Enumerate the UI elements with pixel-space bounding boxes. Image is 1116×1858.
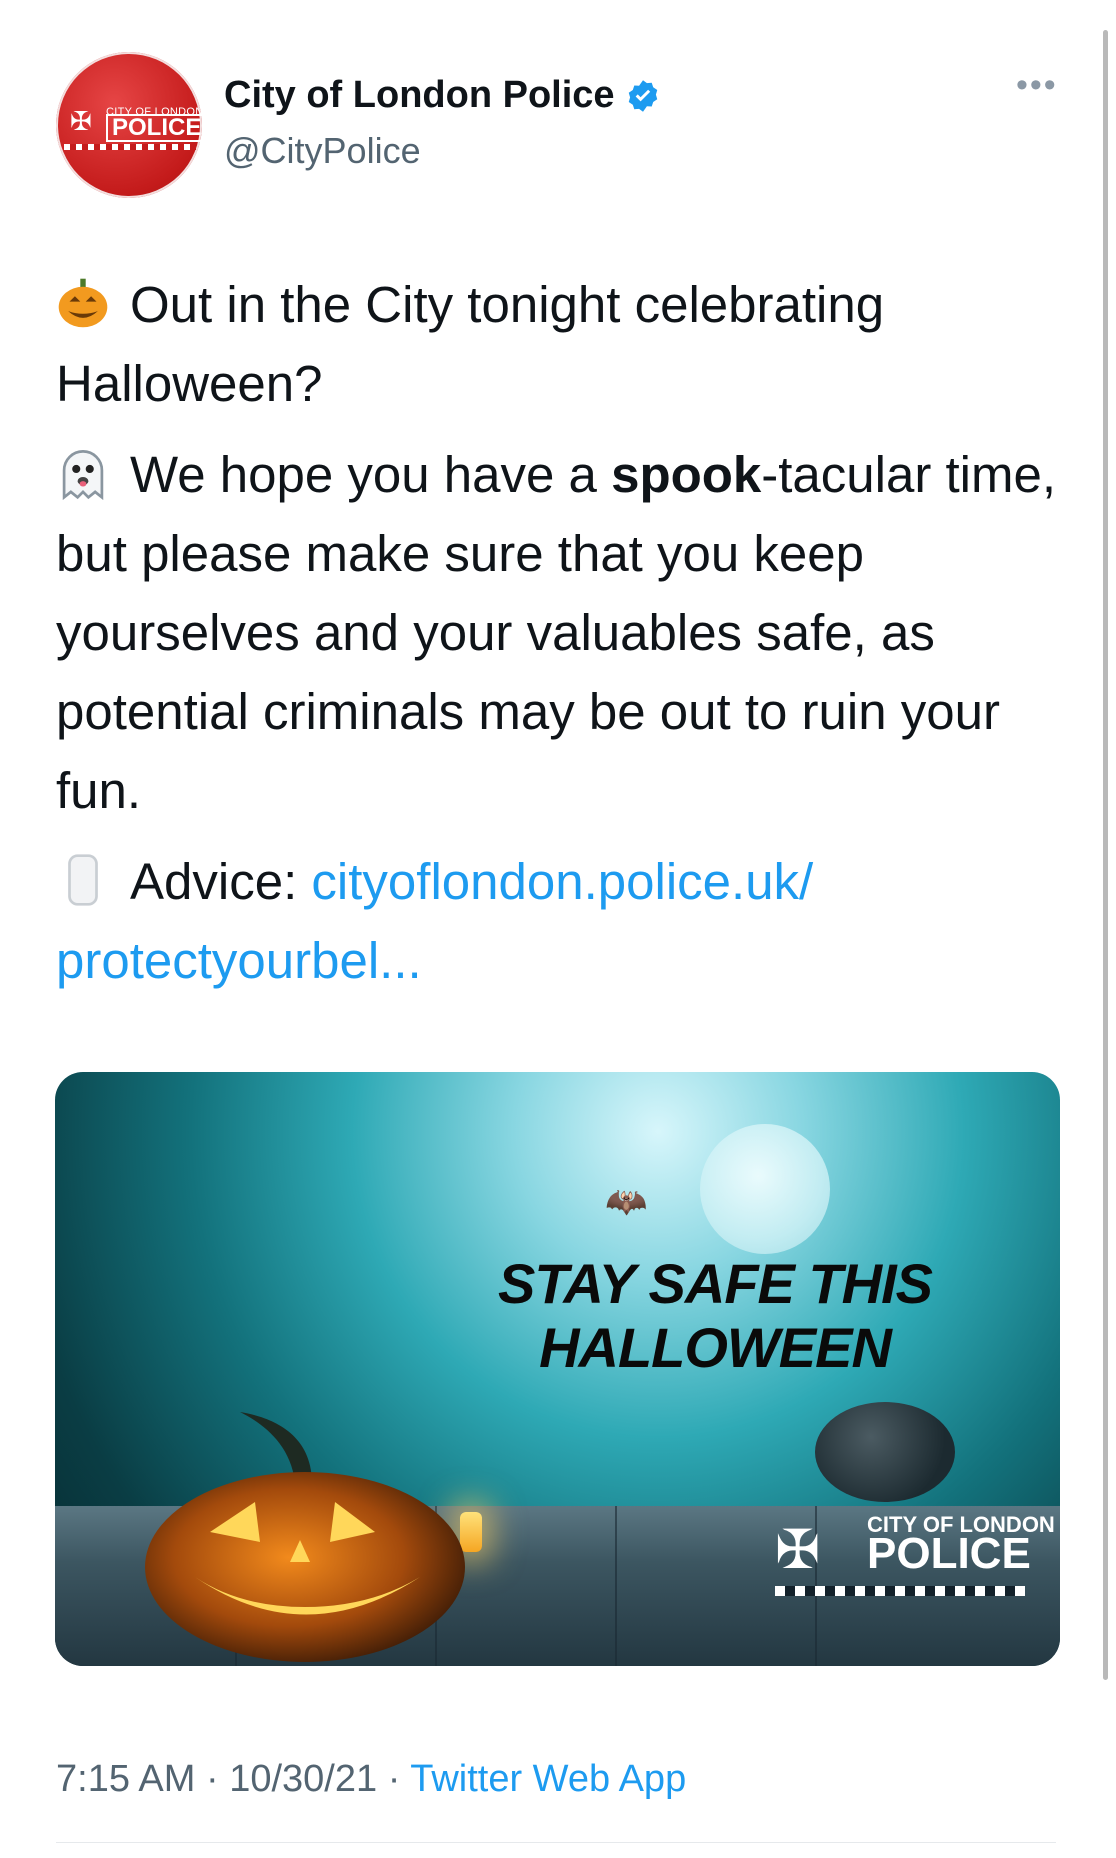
avatar[interactable]: ✠ CITY OF LONDON POLICE — [56, 52, 208, 198]
image-headline: STAY SAFE THIS HALLOWEEN — [455, 1252, 975, 1380]
tweet-paragraph-3: Advice: cityoflondon.police.uk/ protecty… — [56, 842, 1066, 1000]
crest-icon: ✠ — [70, 106, 92, 136]
ghost-icon — [62, 450, 104, 500]
headline-line-2: HALLOWEEN — [539, 1316, 892, 1379]
tweet-paragraph-1: Out in the City tonight celebrating Hall… — [56, 265, 1066, 423]
crest-icon: ✠ — [775, 1520, 821, 1580]
tweet-text: Out in the City tonight celebrating Hall… — [56, 265, 1066, 1012]
tweet-header: ✠ CITY OF LONDON POLICE City of London P… — [56, 52, 1056, 202]
tweet-source-link[interactable]: Twitter Web App — [410, 1758, 686, 1800]
meta-separator: · — [205, 1758, 219, 1800]
logo-checkerboard — [775, 1586, 1025, 1596]
author-name-row[interactable]: City of London Police — [224, 74, 661, 117]
paragraph-2-bold: spook — [611, 446, 762, 503]
scrollbar[interactable] — [1103, 30, 1108, 1680]
divider — [56, 1842, 1056, 1843]
verified-badge-icon — [628, 79, 657, 112]
tweet-image[interactable]: 🦇 STAY SAFE THIS HALLOWEEN ✠ CITY OF LON… — [55, 1072, 1060, 1666]
more-options-icon[interactable]: ••• — [1016, 68, 1060, 102]
small-pumpkin-graphic — [815, 1402, 955, 1502]
moon-graphic — [700, 1124, 830, 1254]
jack-o-lantern-icon — [58, 278, 108, 328]
headline-line-1: STAY SAFE THIS — [497, 1252, 933, 1315]
tweet-time[interactable]: 7:15 AM — [56, 1758, 195, 1800]
tweet-date[interactable]: 10/30/21 — [229, 1758, 377, 1800]
logo-police-text: POLICE — [867, 1529, 1031, 1578]
meta-separator: · — [387, 1758, 401, 1800]
author-name[interactable]: City of London Police — [224, 74, 615, 117]
police-logo: ✠ CITY OF LONDON POLICE — [775, 1512, 1055, 1602]
jack-o-lantern-graphic — [145, 1412, 465, 1662]
advice-prefix: Advice: — [130, 853, 312, 910]
avatar-logo-police: POLICE — [106, 114, 208, 142]
avatar-checkerboard — [64, 144, 196, 150]
paragraph-1-text: Out in the City tonight celebrating Hall… — [56, 276, 885, 412]
paragraph-2-text-before: We hope you have a — [130, 446, 612, 503]
author-handle[interactable]: @CityPolice — [224, 130, 421, 172]
bat-icon: 🦇 — [605, 1183, 648, 1221]
tweet-meta: 7:15 AM · 10/30/21 · Twitter Web App — [56, 1758, 686, 1801]
mobile-phone-icon — [68, 854, 98, 906]
tweet-paragraph-2: We hope you have a spook-tacular time, b… — [56, 435, 1066, 830]
